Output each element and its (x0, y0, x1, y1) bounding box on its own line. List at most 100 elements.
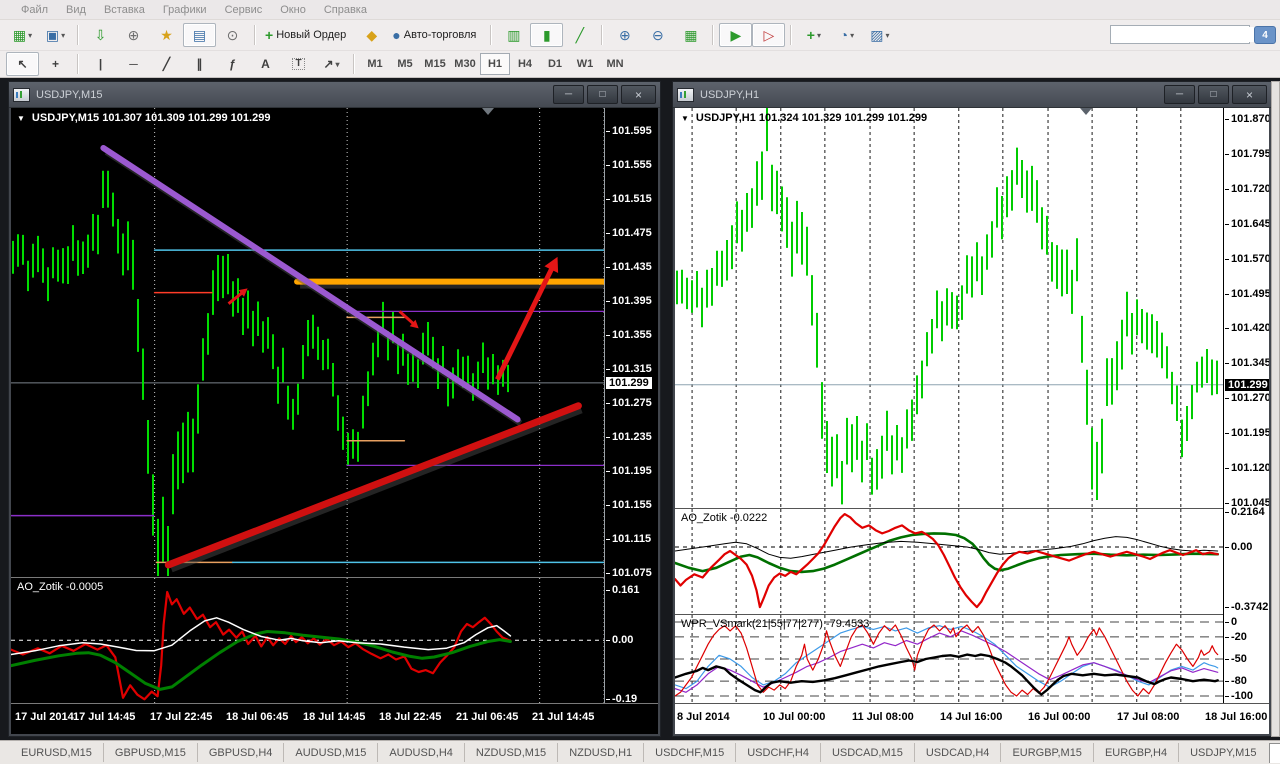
wpr-vsmark-pane-h1[interactable]: WPR_VSmark(21|55|77|277) -79.4533 (675, 615, 1226, 703)
periods-clock-icon: ◔ (839, 27, 849, 43)
chart-tab-eurusd-m15[interactable]: EURUSD,M15 (10, 743, 103, 762)
fibonacci-button[interactable]: ƒ (216, 52, 249, 76)
navigator-button[interactable]: ★ (150, 23, 183, 47)
window-titlebar[interactable]: USDJPY,M15 ─ □ × (9, 82, 660, 108)
data-window-button[interactable]: ⊕ (117, 23, 150, 47)
chart-tab-eurgbp-h4[interactable]: EURGBP,H4 (1092, 743, 1178, 762)
chart-tab-usdchf-h4[interactable]: USDCHF,H4 (735, 743, 820, 762)
menu-item-insert[interactable]: Вставка (95, 4, 154, 16)
mdi-vertical-scrollbar[interactable] (1271, 81, 1280, 737)
price-axis[interactable]: 101.595 101.555 101.515 101.475 101.435 101.3… (604, 108, 658, 705)
price-tick: 101.355 (606, 329, 652, 341)
new-order-button[interactable]: + Новый Ордер (261, 23, 355, 47)
cursor-button[interactable]: ↖ (6, 52, 39, 76)
pane-separator (675, 508, 1269, 509)
horizontal-line-button[interactable]: ─ (117, 52, 150, 76)
chart-tab-usdjpy-m15[interactable]: USDJPY,M15 (1178, 743, 1267, 762)
timeframe-button-m1[interactable]: M1 (360, 53, 390, 75)
menu-item-tools[interactable]: Сервис (216, 4, 272, 16)
price-tick: 101.195 (1225, 427, 1269, 439)
toolbar-separator (601, 25, 604, 45)
time-axis[interactable]: 8 Jul 2014 10 Jul 00:00 11 Jul 08:00 14 Jul… (675, 703, 1269, 734)
zoom-in-button[interactable]: ⊕ (608, 23, 641, 47)
time-label: 21 Jul 14:45 (532, 711, 595, 723)
zoom-out-button[interactable]: ⊖ (641, 23, 674, 47)
minimize-button[interactable]: ─ (553, 85, 584, 104)
timeframe-button-h4[interactable]: H4 (510, 53, 540, 75)
scroll-to-end-marker[interactable] (482, 108, 494, 115)
line-chart-button[interactable]: ╱ (563, 23, 596, 47)
terminal-button[interactable]: ▤ (183, 23, 216, 47)
chart-tab-usdchf-m15[interactable]: USDCHF,M15 (643, 743, 735, 762)
chart-tab-nzdusd-h1[interactable]: NZDUSD,H1 (557, 743, 643, 762)
menu-item-file[interactable]: Файл (12, 4, 57, 16)
chart-tab-audusd-m15[interactable]: AUDUSD,M15 (283, 743, 377, 762)
timeframe-button-d1[interactable]: D1 (540, 53, 570, 75)
menu-item-charts[interactable]: Графики (154, 4, 216, 16)
periods-button[interactable]: ◔ ▾ (830, 23, 863, 47)
time-axis[interactable]: 17 Jul 2014 17 Jul 14:45 17 Jul 22:45 18 Ju… (11, 703, 658, 734)
search-input[interactable] (1111, 27, 1261, 42)
new-chart-button[interactable]: ▦ ▾ (6, 23, 39, 47)
auto-trading-button[interactable]: ● Авто-торговля (388, 23, 485, 47)
auto-scroll-button[interactable]: ▶ (719, 23, 753, 47)
toolbar-separator (712, 25, 715, 45)
menu-item-window[interactable]: Окно (271, 4, 315, 16)
chart-shift-button[interactable]: ▷ (752, 23, 786, 47)
candlestick-button[interactable]: ▮ (530, 23, 564, 47)
timeframe-button-w1[interactable]: W1 (570, 53, 600, 75)
chart-tab-usdcad-m15[interactable]: USDCAD,M15 (819, 743, 914, 762)
price-tick: -80 (1225, 675, 1247, 687)
line-chart-icon: ╱ (575, 27, 585, 43)
chart-tab-usdcad-h4[interactable]: USDCAD,H4 (913, 743, 1001, 762)
vertical-line-button[interactable]: | (84, 52, 117, 76)
price-axis[interactable]: 101.870 101.795 101.720 101.645 101.570 101.4… (1223, 108, 1269, 704)
menu-item-view[interactable]: Вид (57, 4, 95, 16)
symbol-dropdown-icon[interactable]: ▼ (681, 114, 689, 123)
arrow-tools-icon: ↗ (323, 57, 334, 71)
maximize-button[interactable]: □ (1198, 85, 1229, 104)
maximize-button[interactable]: □ (587, 85, 618, 104)
notifications-badge[interactable]: 4 (1254, 26, 1276, 44)
chart-tab-usdjpy-h1[interactable]: USDJPY,H1 (1268, 743, 1280, 763)
ao-zotik-pane-m15[interactable]: AO_Zotik -0.0005 (11, 578, 607, 704)
price-pane-m15[interactable] (11, 108, 607, 576)
minimize-button[interactable]: ─ (1164, 85, 1195, 104)
bar-chart-button[interactable]: ▥ (497, 23, 530, 47)
chart-tab-audusd-h4[interactable]: AUDUSD,H4 (377, 743, 464, 762)
timeframe-button-m15[interactable]: M15 (420, 53, 450, 75)
timeframe-button-h1[interactable]: H1 (480, 53, 510, 75)
arrow-tools-button[interactable]: ↗ ▾ (315, 52, 348, 76)
text-button[interactable]: A (249, 52, 282, 76)
trendline-button[interactable]: ╱ (150, 52, 183, 76)
chart-tab-nzdusd-m15[interactable]: NZDUSD,M15 (463, 743, 557, 762)
close-button[interactable]: × (1232, 85, 1267, 104)
ao-zotik-pane-h1[interactable]: AO_Zotik -0.0222 (675, 509, 1226, 613)
symbol-dropdown-icon[interactable]: ▼ (17, 114, 25, 123)
tile-windows-button[interactable]: ▦ (674, 23, 707, 47)
indicators-button[interactable]: + ▾ (797, 23, 830, 47)
text-label-button[interactable]: T (282, 52, 315, 76)
profiles-button[interactable]: ▣ ▾ (39, 23, 72, 47)
timeframe-button-mn[interactable]: MN (600, 53, 630, 75)
equidistant-channel-button[interactable]: ∥ (183, 52, 216, 76)
templates-button[interactable]: ▨ ▾ (863, 23, 896, 47)
timeframe-button-m30[interactable]: M30 (450, 53, 480, 75)
chart-tab-gbpusd-m15[interactable]: GBPUSD,M15 (102, 743, 197, 762)
chart-tab-gbpusd-h4[interactable]: GBPUSD,H4 (196, 743, 284, 762)
price-tick: -50 (1225, 653, 1247, 665)
chart-tab-eurgbp-m15[interactable]: EURGBP,M15 (1000, 743, 1093, 762)
metaeditor-button[interactable]: ◆ (355, 23, 388, 47)
crosshair-button[interactable]: + (39, 52, 72, 76)
price-pane-h1[interactable] (675, 108, 1226, 507)
market-watch-button[interactable]: ⇩ (84, 23, 117, 47)
scroll-to-end-marker[interactable] (1080, 108, 1092, 115)
price-tick: 101.555 (606, 159, 652, 171)
window-titlebar[interactable]: USDJPY,H1 ─ □ × (673, 82, 1271, 108)
price-tick: 0.2164 (1225, 506, 1265, 518)
menu-item-help[interactable]: Справка (315, 4, 376, 16)
timeframe-button-m5[interactable]: M5 (390, 53, 420, 75)
close-button[interactable]: × (621, 85, 656, 104)
strategy-tester-button[interactable]: ⊙ (216, 23, 249, 47)
time-label: 8 Jul 2014 (677, 711, 730, 723)
